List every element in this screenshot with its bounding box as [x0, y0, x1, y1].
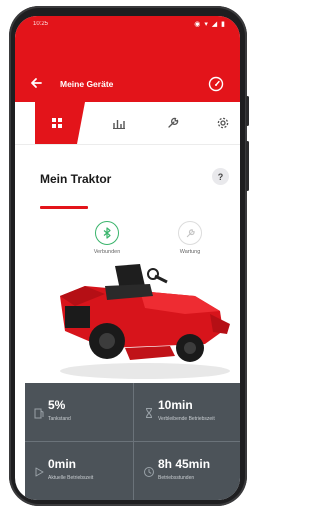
fuel-icon	[34, 408, 44, 419]
gear-icon	[217, 117, 229, 129]
status-maintenance[interactable]: Wartung	[165, 221, 215, 255]
stat-operating-hours-label: Betriebsstunden	[158, 475, 195, 481]
stat-remaining-time-label: Verbleibende Betriebszeit	[158, 416, 215, 422]
lawn-tractor-image	[60, 264, 230, 379]
app-bar: Meine Geräte	[15, 32, 240, 102]
stat-current-time-value: 0min	[48, 457, 77, 471]
grid-icon	[52, 118, 62, 128]
wrench-icon	[168, 117, 179, 128]
status-time: 10:25	[33, 21, 49, 27]
tab-dashboard[interactable]	[37, 102, 77, 144]
speedometer-icon[interactable]	[208, 76, 224, 92]
tab-bar	[15, 102, 240, 145]
clock-icon	[144, 467, 154, 477]
stat-current-time: 0min Aktuelle Betriebszeit	[25, 442, 130, 500]
stat-remaining-time-value: 10min	[158, 398, 193, 412]
power-button	[246, 141, 249, 191]
status-connected-label: Verbunden	[93, 249, 121, 255]
maintenance-wrench-icon	[178, 221, 202, 245]
tab-maintenance[interactable]	[153, 102, 193, 144]
status-maintenance-label: Wartung	[179, 249, 201, 255]
stat-fuel: 5% Tankstand	[25, 383, 130, 441]
tab-statistics[interactable]	[99, 102, 139, 144]
volume-button	[246, 96, 249, 126]
status-bar: 10:25 ◉ ▾ ◢ ▮	[15, 16, 240, 32]
back-arrow-icon[interactable]	[29, 76, 43, 90]
page-title: Meine Geräte	[60, 79, 114, 89]
device-name: Mein Traktor	[40, 172, 112, 186]
stat-fuel-label: Tankstand	[48, 416, 71, 422]
device-name-underline	[40, 206, 88, 209]
app-screen: 10:25 ◉ ▾ ◢ ▮ Meine Geräte Mein Traktor …	[15, 16, 240, 500]
stat-operating-hours-value: 8h 45min	[158, 457, 211, 471]
status-connected[interactable]: Verbunden	[82, 221, 132, 255]
status-icons: ◉ ▾ ◢ ▮	[194, 21, 226, 28]
hourglass-icon	[146, 408, 152, 418]
bluetooth-icon	[95, 221, 119, 245]
stat-remaining-time: 10min Verbleibende Betriebszeit	[135, 383, 240, 441]
bar-chart-icon	[113, 120, 125, 129]
help-button[interactable]: ?	[212, 168, 229, 185]
stats-panel: 5% Tankstand 10min Verbleibende Betriebs…	[25, 383, 240, 500]
stat-operating-hours: 8h 45min Betriebsstunden	[135, 442, 240, 500]
tab-settings[interactable]	[203, 102, 240, 144]
stat-fuel-value: 5%	[48, 398, 66, 412]
stat-current-time-label: Aktuelle Betriebszeit	[48, 475, 94, 481]
play-icon	[35, 467, 44, 477]
